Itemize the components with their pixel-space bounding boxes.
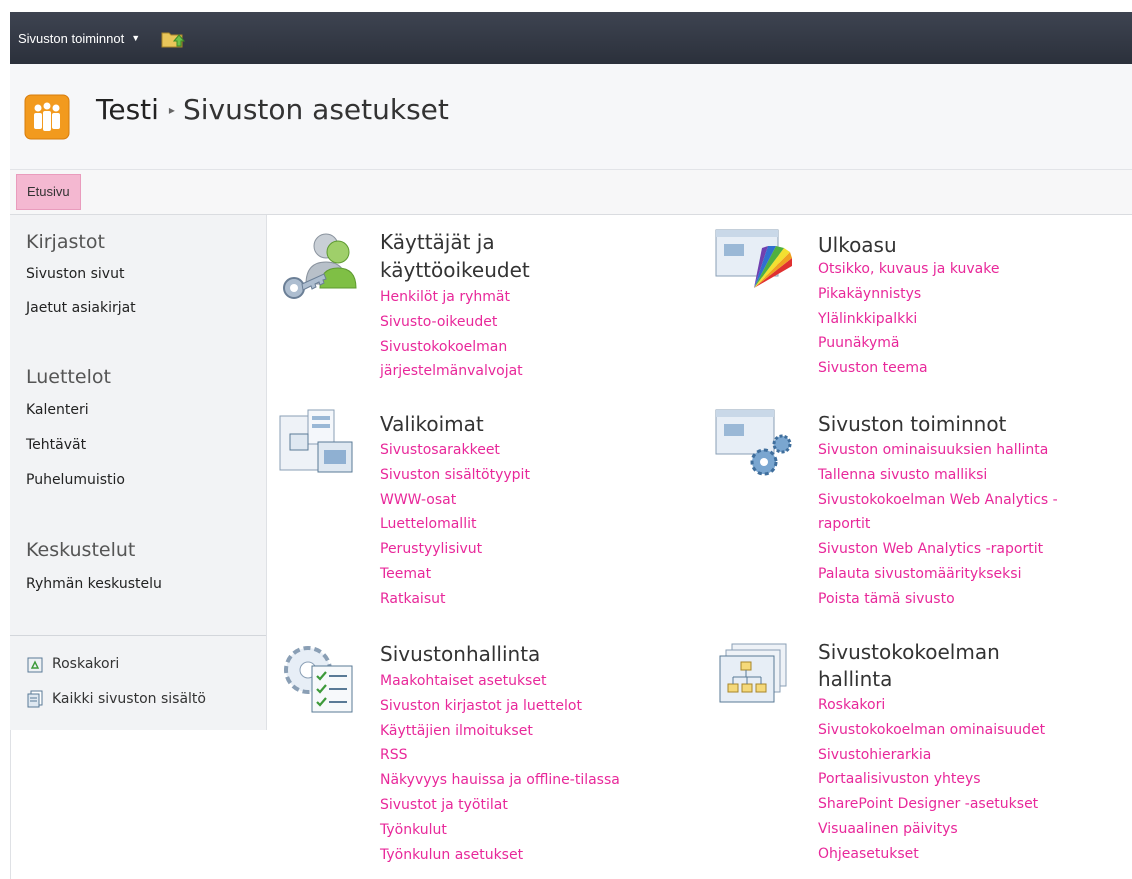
page-title-text: Sivuston asetukset <box>182 93 449 126</box>
nav-item-phone-log[interactable]: Puhelumuistio <box>26 472 125 488</box>
link-collection-admins-line1[interactable]: Sivustokokoelman <box>380 335 523 360</box>
breadcrumb-separator-icon: ▸ <box>168 102 175 117</box>
link-people-and-groups[interactable]: Henkilöt ja ryhmät <box>380 285 523 310</box>
link-quick-launch[interactable]: Pikakäynnistys <box>818 282 999 307</box>
site-hierarchy-icon <box>719 643 787 703</box>
nav-item-shared-documents[interactable]: Jaetut asiakirjat <box>26 300 136 316</box>
lists-heading[interactable]: Luettelot <box>26 366 111 388</box>
link-delete-this-site[interactable]: Poista tämä sivusto <box>818 587 1058 612</box>
site-name-link[interactable]: Testi <box>96 93 159 126</box>
nav-item-calendar[interactable]: Kalenteri <box>26 402 89 418</box>
recycle-bin-link[interactable]: Roskakori <box>26 655 119 673</box>
link-themes[interactable]: Teemat <box>380 562 530 587</box>
users-keys-icon <box>283 233 357 299</box>
link-sharepoint-designer-settings[interactable]: SharePoint Designer -asetukset <box>818 792 1045 817</box>
section-title-site-admin: Sivustonhallinta <box>380 642 541 666</box>
link-sites-and-workspaces[interactable]: Sivustot ja työtilat <box>380 793 620 818</box>
link-help-settings[interactable]: Ohjeasetukset <box>818 842 1045 867</box>
galleries-icon <box>279 409 353 473</box>
recycle-bin-icon <box>27 657 43 673</box>
link-save-site-as-template[interactable]: Tallenna sivusto malliksi <box>818 463 1058 488</box>
link-solutions[interactable]: Ratkaisut <box>380 587 530 612</box>
site-actions-gears-icon <box>715 409 792 476</box>
link-list-templates[interactable]: Luettelomallit <box>380 512 530 537</box>
section-users-permissions: Käyttäjät ja käyttöoikeudet Henkilöt ja … <box>276 228 696 388</box>
link-title-description-icon[interactable]: Otsikko, kuvaus ja kuvake <box>818 257 999 282</box>
nav-item-tasks[interactable]: Tehtävät <box>26 437 86 453</box>
link-regional-settings[interactable]: Maakohtaiset asetukset <box>380 669 620 694</box>
link-collection-web-analytics-line1[interactable]: Sivustokokoelman Web Analytics - <box>818 488 1058 513</box>
link-recycle-bin[interactable]: Roskakori <box>818 693 1045 718</box>
link-workflows[interactable]: Työnkulut <box>380 818 620 843</box>
section-look-and-feel: Ulkoasu Otsikko, kuvaus ja kuvake Pikakä… <box>714 228 1124 388</box>
section-title-users-line2: käyttöoikeudet <box>380 258 530 282</box>
link-reset-to-site-definition[interactable]: Palauta sivustomääritykseksi <box>818 562 1058 587</box>
site-logo-icon <box>24 94 70 140</box>
link-tree-view[interactable]: Puunäkymä <box>818 331 999 356</box>
navigate-up-folder-icon[interactable] <box>160 27 186 49</box>
section-site-collection-administration: Sivustokokoelman hallinta Roskakori Sivu… <box>718 638 1128 873</box>
link-site-libraries-and-lists[interactable]: Sivuston kirjastot ja luettelot <box>380 694 620 719</box>
section-site-actions: Sivuston toiminnot Sivuston ominaisuuksi… <box>714 408 1124 618</box>
nav-item-site-pages[interactable]: Sivuston sivut <box>26 266 124 282</box>
quick-launch: Kirjastot Sivuston sivut Jaetut asiakirj… <box>10 215 267 730</box>
recycle-bin-label: Roskakori <box>52 656 120 672</box>
all-site-content-link[interactable]: Kaikki sivuston sisältö <box>26 690 206 708</box>
nav-item-team-discussion[interactable]: Ryhmän keskustelu <box>26 576 162 592</box>
link-site-columns[interactable]: Sivustosarakkeet <box>380 438 530 463</box>
section-title-look: Ulkoasu <box>818 233 897 257</box>
link-workflow-settings[interactable]: Työnkulun asetukset <box>380 843 620 868</box>
section-title-collection-admin-line2: hallinta <box>818 667 893 691</box>
site-actions-label: Sivuston toiminnot <box>18 30 125 46</box>
link-collection-web-analytics-line2[interactable]: raportit <box>818 512 1058 537</box>
link-web-parts[interactable]: WWW-osat <box>380 488 530 513</box>
site-admin-gear-checklist-icon <box>284 646 353 713</box>
link-site-collection-features[interactable]: Sivustokokoelman ominaisuudet <box>818 718 1045 743</box>
link-manage-site-features[interactable]: Sivuston ominaisuuksien hallinta <box>818 438 1058 463</box>
link-site-web-analytics[interactable]: Sivuston Web Analytics -raportit <box>818 537 1058 562</box>
leftnav-divider <box>10 635 266 636</box>
color-palette-window-icon <box>715 229 792 288</box>
tab-home[interactable]: Etusivu <box>16 174 81 210</box>
chevron-down-icon: ▼ <box>131 33 141 43</box>
link-portal-site-connection[interactable]: Portaalisivuston yhteys <box>818 767 1045 792</box>
site-actions-menu[interactable]: Sivuston toiminnot ▼ <box>18 31 140 46</box>
section-site-administration: Sivustonhallinta Maakohtaiset asetukset … <box>278 640 698 870</box>
link-top-link-bar[interactable]: Ylälinkkipalkki <box>818 307 999 332</box>
all-content-label: Kaikki sivuston sisältö <box>52 691 206 707</box>
link-user-alerts[interactable]: Käyttäjien ilmoitukset <box>380 719 620 744</box>
section-title-galleries: Valikoimat <box>380 412 484 436</box>
ribbon-bar: Sivuston toiminnot ▼ <box>10 12 1132 64</box>
link-master-pages[interactable]: Perustyylisivut <box>380 537 530 562</box>
all-content-icon <box>27 690 43 708</box>
link-site-theme[interactable]: Sivuston teema <box>818 356 999 381</box>
title-area: Testi ▸ Sivuston asetukset <box>10 64 1132 170</box>
top-navigation: Etusivu <box>10 170 1132 215</box>
section-title-users-line1: Käyttäjät ja <box>380 230 495 254</box>
link-rss[interactable]: RSS <box>380 743 620 768</box>
section-galleries: Valikoimat Sivustosarakkeet Sivuston sis… <box>278 408 698 618</box>
section-title-site-actions: Sivuston toiminnot <box>818 412 1007 436</box>
link-site-content-types[interactable]: Sivuston sisältötyypit <box>380 463 530 488</box>
link-collection-admins-line2[interactable]: järjestelmänvalvojat <box>380 359 523 384</box>
link-visual-upgrade[interactable]: Visuaalinen päivitys <box>818 817 1045 842</box>
section-title-collection-admin-line1: Sivustokokoelman <box>818 640 1000 664</box>
discussions-heading[interactable]: Keskustelut <box>26 539 135 561</box>
content-left-border <box>10 730 11 879</box>
page-title: Testi ▸ Sivuston asetukset <box>96 93 449 126</box>
libraries-heading[interactable]: Kirjastot <box>26 231 105 253</box>
link-site-hierarchy[interactable]: Sivustohierarkia <box>818 743 1045 768</box>
link-search-offline-visibility[interactable]: Näkyvyys hauissa ja offline-tilassa <box>380 768 620 793</box>
link-site-permissions[interactable]: Sivusto-oikeudet <box>380 310 523 335</box>
